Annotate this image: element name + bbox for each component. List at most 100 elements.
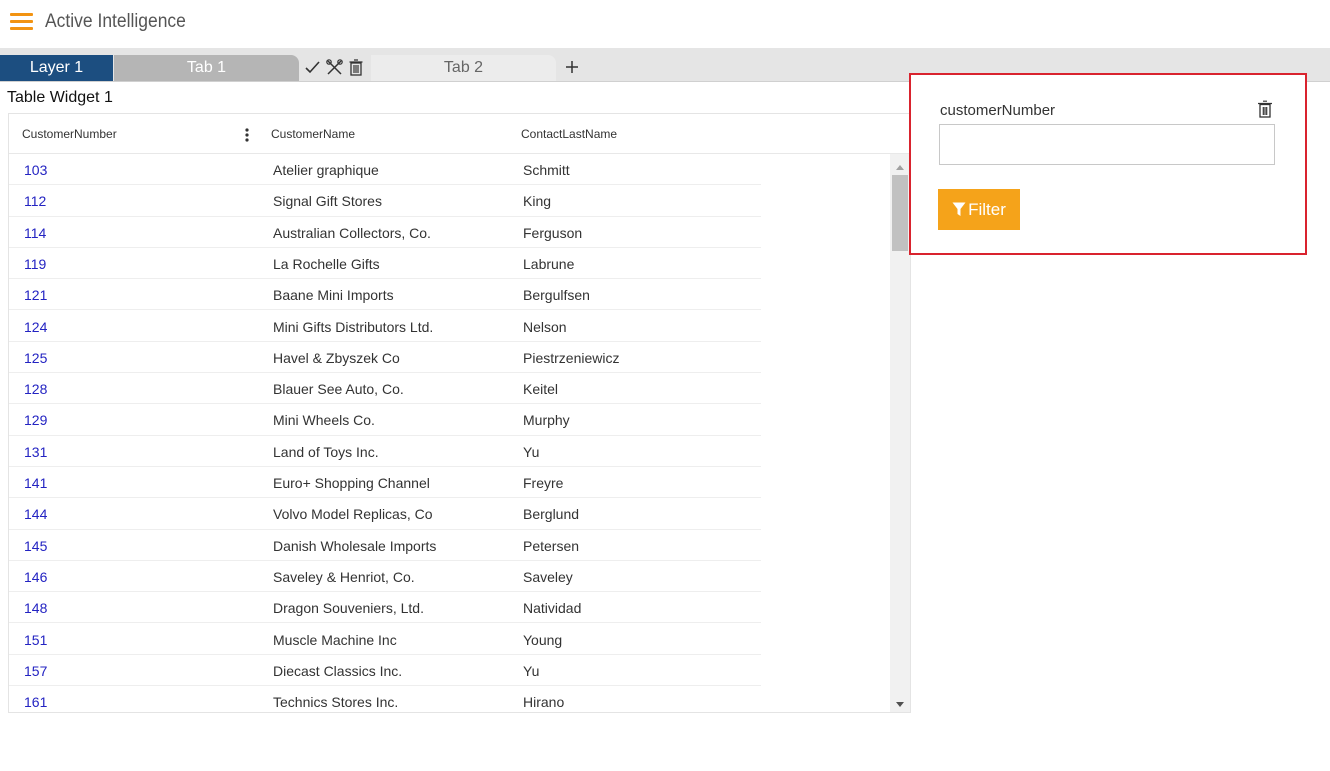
- cell-customer-number[interactable]: 119: [24, 256, 46, 272]
- table-row[interactable]: 121 Baane Mini Imports Bergulfsen: [9, 279, 761, 311]
- cell-customer-number[interactable]: 131: [24, 444, 47, 460]
- cell-contact-last-name: Murphy: [523, 412, 570, 429]
- cell-customer-number[interactable]: 144: [24, 506, 47, 522]
- scroll-thumb[interactable]: [892, 175, 908, 251]
- cell-customer-name: Danish Wholesale Imports: [273, 537, 437, 554]
- cell-contact-last-name: Yu: [523, 443, 540, 460]
- cell-contact-last-name: Yu: [523, 662, 540, 679]
- layer-tab[interactable]: Layer 1: [0, 55, 113, 81]
- table-header: CustomerNumber CustomerName ContactLastN…: [9, 114, 910, 154]
- scroll-up-arrow-icon[interactable]: [895, 160, 905, 170]
- table-scrollbar[interactable]: [890, 154, 910, 712]
- cell-customer-number[interactable]: 125: [24, 350, 47, 366]
- scroll-down-arrow-icon[interactable]: [895, 696, 905, 707]
- cell-customer-name: Australian Collectors, Co.: [273, 224, 431, 241]
- table-row[interactable]: 125 Havel & Zbyszek Co Piestrzeniewicz: [9, 342, 761, 374]
- cell-customer-number[interactable]: 151: [24, 632, 47, 648]
- cell-customer-number[interactable]: 161: [24, 694, 47, 710]
- table-row[interactable]: 114 Australian Collectors, Co. Ferguson: [9, 217, 761, 248]
- table-row[interactable]: 119 La Rochelle Gifts Labrune: [9, 248, 761, 280]
- filter-panel: customerNumber Filter: [909, 73, 1307, 255]
- cell-customer-number[interactable]: 145: [24, 538, 47, 554]
- cell-customer-name: Land of Toys Inc.: [273, 443, 379, 460]
- cell-contact-last-name: Schmitt: [523, 162, 570, 178]
- column-header-contact-last-name[interactable]: ContactLastName: [521, 127, 617, 141]
- table-row[interactable]: 161 Technics Stores Inc. Hirano: [9, 686, 761, 712]
- cell-customer-name: Dragon Souveniers, Ltd.: [273, 600, 424, 617]
- cell-customer-number[interactable]: 103: [24, 162, 47, 178]
- cell-customer-name: Volvo Model Replicas, Co: [273, 506, 433, 523]
- cell-contact-last-name: Piestrzeniewicz: [523, 349, 620, 366]
- filter-funnel-icon: [952, 202, 966, 216]
- table-row[interactable]: 128 Blauer See Auto, Co. Keitel: [9, 373, 761, 405]
- table-row[interactable]: 151 Muscle Machine Inc Young: [9, 624, 761, 655]
- table-row[interactable]: 131 Land of Toys Inc. Yu: [9, 436, 761, 467]
- cell-contact-last-name: Bergulfsen: [523, 287, 590, 304]
- cell-customer-name: Havel & Zbyszek Co: [273, 349, 400, 366]
- filter-button-label: Filter: [968, 199, 1006, 219]
- cell-customer-number[interactable]: 146: [24, 569, 47, 585]
- tools-icon[interactable]: [323, 57, 345, 77]
- cell-customer-name: Atelier graphique: [273, 162, 379, 178]
- cell-contact-last-name: Saveley: [523, 568, 573, 585]
- cell-contact-last-name: King: [523, 193, 552, 210]
- cell-customer-name: Baane Mini Imports: [273, 287, 394, 304]
- customer-number-filter-input[interactable]: [939, 124, 1275, 165]
- cell-customer-name: Blauer See Auto, Co.: [273, 381, 404, 398]
- app-header: Active Intelligence: [0, 0, 1330, 48]
- cell-customer-number[interactable]: 114: [24, 225, 46, 241]
- table-row[interactable]: 144 Volvo Model Replicas, Co Berglund: [9, 498, 761, 530]
- cell-customer-number[interactable]: 121: [24, 287, 47, 303]
- cell-contact-last-name: Natividad: [523, 600, 582, 617]
- widget-title: Table Widget 1: [7, 89, 113, 106]
- cell-customer-name: La Rochelle Gifts: [273, 255, 380, 272]
- cell-contact-last-name: Hirano: [523, 694, 565, 711]
- cell-customer-name: Mini Gifts Distributors Ltd.: [273, 318, 434, 335]
- filter-button[interactable]: Filter: [938, 189, 1020, 230]
- table-row[interactable]: 148 Dragon Souveniers, Ltd. Natividad: [9, 592, 761, 624]
- cell-customer-number[interactable]: 157: [24, 663, 47, 679]
- table-row[interactable]: 112 Signal Gift Stores King: [9, 185, 761, 217]
- table-row[interactable]: 145 Danish Wholesale Imports Petersen: [9, 530, 761, 561]
- delete-filter-trash-icon[interactable]: [1257, 100, 1275, 118]
- column-header-customer-number[interactable]: CustomerNumber: [22, 127, 117, 141]
- cell-contact-last-name: Freyre: [523, 475, 564, 491]
- cell-customer-number[interactable]: 148: [24, 600, 47, 616]
- tab-1[interactable]: Tab 1: [114, 55, 299, 81]
- cell-customer-name: Euro+ Shopping Channel: [273, 475, 430, 491]
- hamburger-menu-icon[interactable]: [10, 13, 33, 31]
- cell-customer-name: Mini Wheels Co.: [273, 412, 375, 429]
- cell-contact-last-name: Labrune: [523, 255, 575, 272]
- cell-contact-last-name: Berglund: [523, 506, 580, 523]
- table-row[interactable]: 157 Diecast Classics Inc. Yu: [9, 655, 761, 687]
- cell-contact-last-name: Petersen: [523, 537, 580, 554]
- column-menu-icon[interactable]: [243, 127, 251, 143]
- check-icon[interactable]: [301, 57, 323, 77]
- cell-customer-name: Technics Stores Inc.: [273, 694, 399, 711]
- table-row[interactable]: 124 Mini Gifts Distributors Ltd. Nelson: [9, 311, 761, 342]
- cell-customer-number[interactable]: 112: [24, 193, 46, 209]
- table-row[interactable]: 146 Saveley & Henriot, Co. Saveley: [9, 561, 761, 593]
- cell-customer-number[interactable]: 124: [24, 319, 47, 335]
- app-title: Active Intelligence: [45, 11, 186, 32]
- cell-contact-last-name: Ferguson: [523, 224, 583, 241]
- cell-customer-number[interactable]: 128: [24, 381, 47, 397]
- cell-contact-last-name: Young: [523, 631, 563, 648]
- tab-2[interactable]: Tab 2: [371, 55, 556, 81]
- table-widget: CustomerNumber CustomerName ContactLastN…: [8, 113, 911, 713]
- table-row[interactable]: 141 Euro+ Shopping Channel Freyre: [9, 467, 761, 499]
- table-row[interactable]: 103 Atelier graphique Schmitt: [9, 154, 761, 186]
- column-header-customer-name[interactable]: CustomerName: [271, 127, 355, 141]
- cell-contact-last-name: Keitel: [523, 381, 559, 398]
- filter-field-label: customerNumber: [940, 102, 1056, 119]
- cell-customer-name: Diecast Classics Inc.: [273, 662, 403, 679]
- trash-icon[interactable]: [345, 57, 367, 77]
- cell-contact-last-name: Nelson: [523, 318, 567, 335]
- cell-customer-number[interactable]: 141: [24, 475, 47, 491]
- table-row[interactable]: 129 Mini Wheels Co. Murphy: [9, 404, 761, 436]
- add-tab-plus-icon[interactable]: [562, 55, 582, 79]
- cell-customer-number[interactable]: 129: [24, 412, 47, 428]
- cell-customer-name: Signal Gift Stores: [273, 193, 382, 210]
- table-body: 103 Atelier graphique Schmitt 112 Signal Gif…: [9, 154, 890, 712]
- tab-tools: [301, 57, 367, 77]
